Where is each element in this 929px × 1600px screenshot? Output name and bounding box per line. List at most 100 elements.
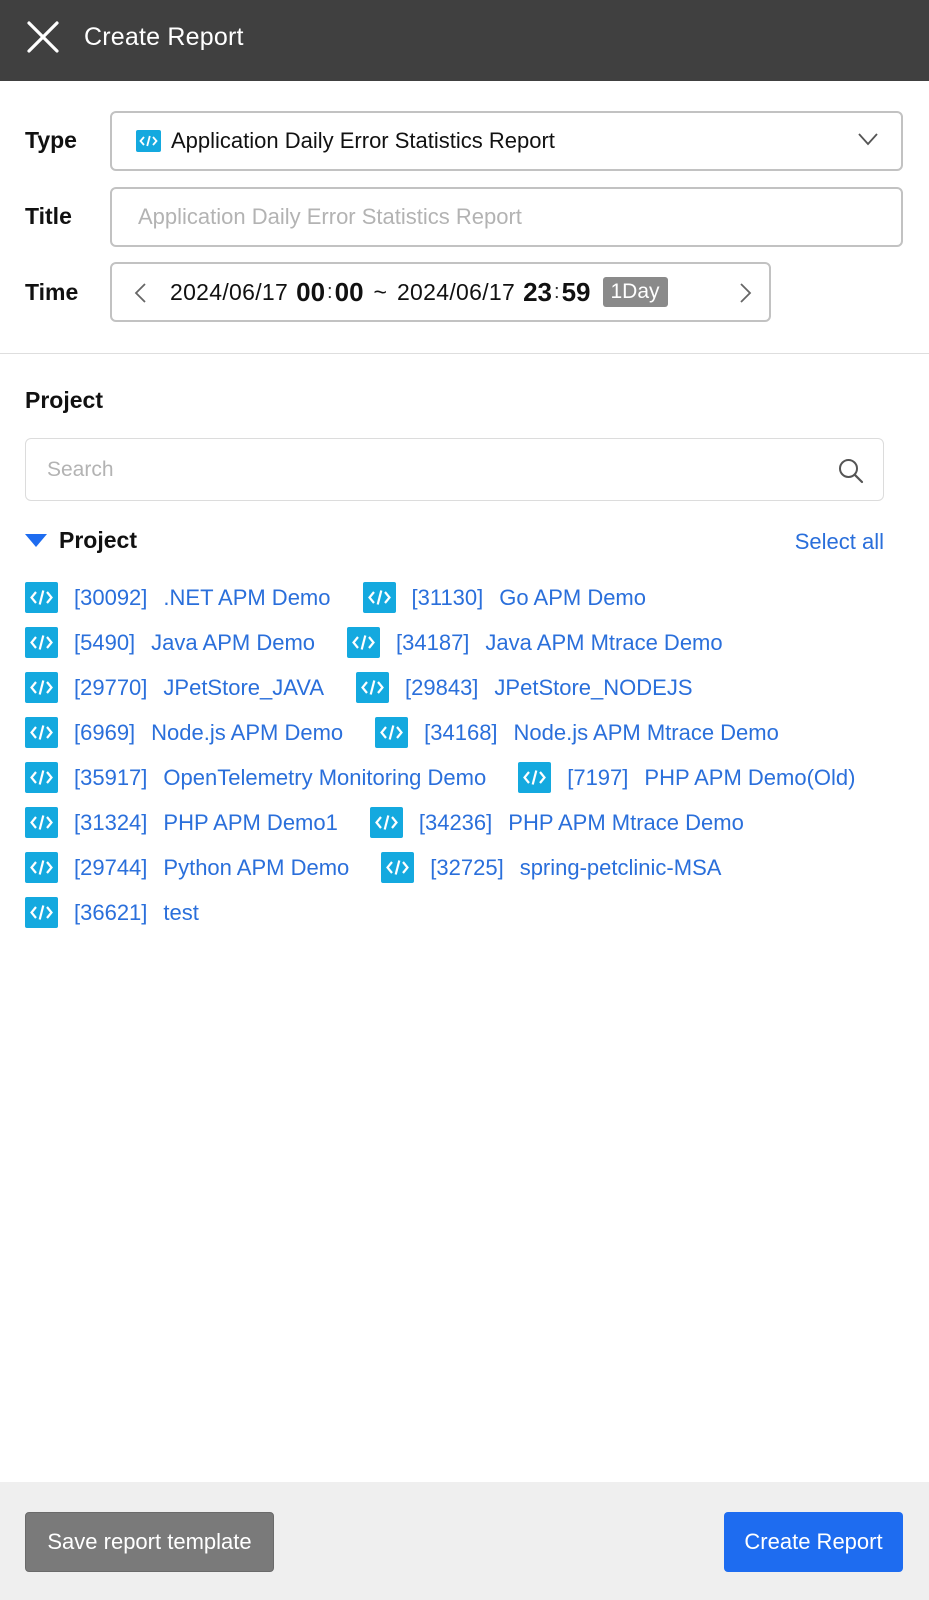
project-id: [5490] <box>74 629 136 655</box>
end-date: 2024/06/17 <box>396 278 516 305</box>
project-tree-label: Project <box>59 527 137 553</box>
code-icon <box>25 582 58 613</box>
code-icon <box>25 852 58 883</box>
chevron-down-icon <box>858 133 878 146</box>
close-icon[interactable] <box>26 20 60 54</box>
project-item[interactable]: [31324] PHP APM Demo1 <box>25 807 338 838</box>
project-row: [35917] OpenTelemetry Monitoring Demo [719… <box>25 755 905 800</box>
page-title: Create Report <box>84 23 244 51</box>
code-icon <box>362 582 396 613</box>
project-item[interactable]: [34168] Node.js APM Mtrace Demo <box>375 717 779 748</box>
start-minute[interactable]: 00 <box>335 277 364 308</box>
project-row: [5490] Java APM Demo [34187] Java APM Mtrac… <box>25 620 905 665</box>
code-icon <box>381 852 415 883</box>
end-hour[interactable]: 23 <box>523 277 552 308</box>
project-id: [34187] <box>396 629 470 655</box>
title-input[interactable] <box>112 189 901 245</box>
code-icon <box>518 762 552 793</box>
project-item[interactable]: [35917] OpenTelemetry Monitoring Demo <box>25 762 486 793</box>
project-id: [34236] <box>418 809 493 835</box>
project-item[interactable]: [36621] test <box>25 897 199 928</box>
code-icon <box>347 627 381 658</box>
project-name: OpenTelemetry Monitoring Demo <box>163 764 487 790</box>
project-item[interactable]: [29770] JPetStore_JAVA <box>25 672 324 703</box>
project-name: Go APM Demo <box>499 584 646 610</box>
project-search-box <box>25 438 884 501</box>
project-name: JPetStore_NODEJS <box>494 674 693 700</box>
project-id: [6969] <box>74 719 136 745</box>
project-list: [30092] .NET APM Demo [31130] Go APM Demo [5… <box>25 575 905 935</box>
chevron-right-icon[interactable] <box>732 280 758 306</box>
start-hour[interactable]: 00 <box>296 277 325 308</box>
project-section-title: Project <box>25 387 103 413</box>
time-label: Time <box>25 279 79 305</box>
project-row: [31324] PHP APM Demo1 [34236] PHP APM Mtrac… <box>25 800 905 845</box>
project-item[interactable]: [32725] spring-petclinic-MSA <box>381 852 721 883</box>
start-date: 2024/06/17 <box>170 278 289 305</box>
type-value: Application Daily Error Statistics Repor… <box>171 128 555 153</box>
project-item[interactable]: [5490] Java APM Demo <box>25 627 315 658</box>
project-tree-toggle[interactable]: Project <box>25 527 137 554</box>
project-id: [36621] <box>74 899 148 925</box>
section-divider <box>0 353 929 354</box>
project-id: [30092] <box>74 584 148 610</box>
title-field-wrapper <box>110 187 903 247</box>
project-name: Node.js APM Demo <box>151 719 344 745</box>
project-id: [29744] <box>74 854 148 880</box>
project-name: PHP APM Mtrace Demo <box>508 809 744 835</box>
project-id: [34168] <box>424 719 498 745</box>
project-name: PHP APM Demo(Old) <box>644 764 856 790</box>
project-name: Java APM Demo <box>151 629 316 655</box>
project-name: .NET APM Demo <box>163 584 331 610</box>
project-item[interactable]: [34236] PHP APM Mtrace Demo <box>369 807 744 838</box>
code-icon <box>25 672 58 703</box>
type-select[interactable]: Application Daily Error Statistics Repor… <box>110 111 903 171</box>
project-item[interactable]: [34187] Java APM Mtrace Demo <box>347 627 723 658</box>
create-report-button[interactable]: Create Report <box>724 1512 903 1572</box>
time-range-picker[interactable]: 2024/06/17 00 : 00 ~ 2024/06/17 23 : 59 … <box>110 262 771 322</box>
project-row: [36621] test <box>25 890 905 935</box>
project-name: JPetStore_JAVA <box>163 674 325 700</box>
project-row: [29770] JPetStore_JAVA [29843] JPetStore_NO… <box>25 665 905 710</box>
project-name: Python APM Demo <box>163 854 350 880</box>
project-row: [6969] Node.js APM Demo [34168] Node.js APM… <box>25 710 905 755</box>
code-icon <box>25 897 58 928</box>
save-template-button[interactable]: Save report template <box>25 1512 274 1572</box>
time-colon: : <box>554 280 560 303</box>
project-item[interactable]: [29843] JPetStore_NODEJS <box>356 672 693 703</box>
code-icon <box>356 672 390 703</box>
type-label: Type <box>25 127 77 153</box>
search-input[interactable] <box>26 439 883 500</box>
project-name: PHP APM Demo1 <box>163 809 338 835</box>
title-label: Title <box>25 203 72 229</box>
range-badge[interactable]: 1Day <box>602 277 668 307</box>
code-icon <box>25 762 58 793</box>
project-name: test <box>163 899 199 925</box>
project-row: [30092] .NET APM Demo [31130] Go APM Demo <box>25 575 905 620</box>
footer-bar: Save report template Create Report <box>0 1482 929 1600</box>
project-item[interactable]: [30092] .NET APM Demo <box>25 582 331 613</box>
project-name: spring-petclinic-MSA <box>519 854 722 880</box>
select-all-link[interactable]: Select all <box>795 529 884 555</box>
end-minute[interactable]: 59 <box>562 277 591 308</box>
code-icon <box>25 627 58 658</box>
code-icon <box>136 130 161 152</box>
code-icon <box>25 717 58 748</box>
project-id: [35917] <box>74 764 148 790</box>
project-item[interactable]: [6969] Node.js APM Demo <box>25 717 343 748</box>
project-item[interactable]: [7197] PHP APM Demo(Old) <box>518 762 856 793</box>
time-range-text: 2024/06/17 00 : 00 ~ 2024/06/17 23 : 59 … <box>170 264 668 320</box>
project-id: [29770] <box>74 674 148 700</box>
caret-down-icon <box>25 533 47 547</box>
header-bar: Create Report <box>0 0 929 81</box>
project-id: [7197] <box>567 764 629 790</box>
chevron-left-icon[interactable] <box>128 280 154 306</box>
code-icon <box>25 807 58 838</box>
project-row: [29744] Python APM Demo [32725] spring-petc… <box>25 845 905 890</box>
project-item[interactable]: [31130] Go APM Demo <box>362 582 646 613</box>
range-separator: ~ <box>373 278 387 305</box>
project-id: [31324] <box>74 809 148 835</box>
time-colon: : <box>327 280 333 303</box>
project-item[interactable]: [29744] Python APM Demo <box>25 852 349 883</box>
project-id: [29843] <box>405 674 479 700</box>
